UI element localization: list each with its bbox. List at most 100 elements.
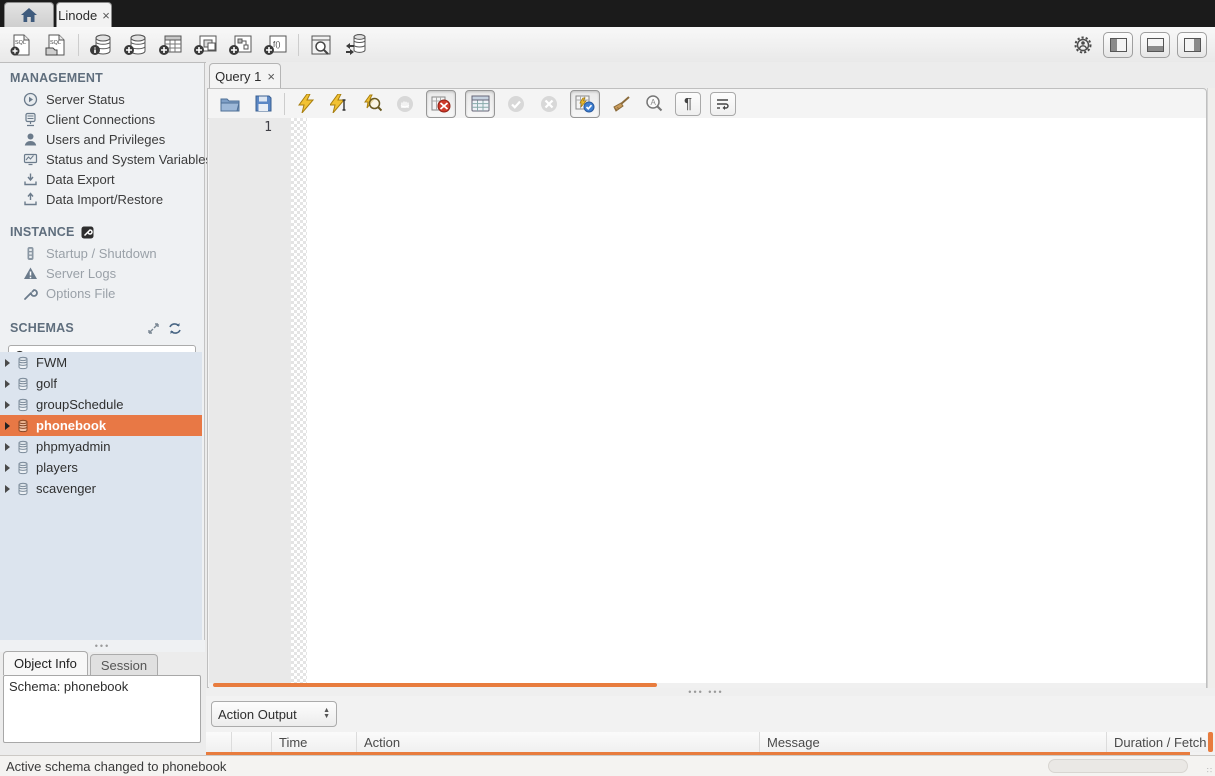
output-vertical-scrollbar-thumb[interactable] (1208, 732, 1213, 752)
schema-icon (16, 419, 30, 433)
home-tab[interactable] (4, 2, 54, 27)
pilcrow-glyph: ¶ (684, 96, 692, 111)
open-script-icon[interactable] (218, 92, 242, 116)
schema-name: players (36, 460, 78, 475)
output-col-action[interactable]: Action (357, 732, 760, 752)
show-invisibles-icon[interactable]: ¶ (675, 92, 701, 116)
find-icon[interactable]: A (642, 92, 666, 116)
query-tab-close-icon[interactable]: × (267, 70, 275, 83)
connection-tab-label: Linode (58, 8, 97, 23)
window-resize-grip-icon[interactable]: ∷ (1207, 766, 1213, 775)
expander-icon[interactable] (5, 464, 10, 472)
sidebar-item-server-status[interactable]: Server Status (0, 89, 204, 109)
editor-output-splitter[interactable]: ••• ••• (206, 688, 1215, 696)
search-table-data-icon[interactable] (308, 32, 334, 58)
reconnect-dbms-icon[interactable] (343, 32, 369, 58)
output-col-message[interactable]: Message (760, 732, 1107, 752)
preferences-gear-icon[interactable] (1070, 32, 1096, 58)
expander-icon[interactable] (5, 443, 10, 451)
sidebar-item-users-privileges[interactable]: Users and Privileges (0, 129, 204, 149)
refresh-schemas-icon[interactable] (168, 322, 182, 335)
save-script-icon[interactable] (251, 92, 275, 116)
stop-on-error-toggle-icon[interactable] (426, 90, 456, 118)
clear-broom-icon[interactable] (609, 92, 633, 116)
commit-icon (504, 92, 528, 116)
window-tab-bar: Linode × (0, 0, 1215, 27)
output-view-select[interactable]: Action Output ▲▼ (211, 701, 337, 727)
expander-icon[interactable] (5, 422, 10, 430)
create-view-icon[interactable] (193, 32, 219, 58)
wrap-text-icon[interactable] (710, 92, 736, 116)
sidebar-item-data-import[interactable]: Data Import/Restore (0, 189, 204, 209)
toggle-left-panel-icon[interactable] (1103, 32, 1133, 58)
output-col-index[interactable] (232, 732, 272, 752)
output-view-select-value: Action Output (218, 707, 297, 722)
tab-query-1[interactable]: Query 1 × (209, 63, 281, 88)
output-col-duration[interactable]: Duration / Fetch (1107, 732, 1207, 752)
object-info-tabbar: Object Info Session (3, 651, 158, 675)
toggle-bottom-panel-icon[interactable] (1140, 32, 1170, 58)
schema-row-phonebook-selected[interactable]: phonebook (0, 415, 202, 436)
schema-name: phpmyadmin (36, 439, 110, 454)
sidebar-item-options-file[interactable]: Options File (0, 283, 204, 303)
sidebar-item-status-system-variables[interactable]: Status and System Variables (0, 149, 204, 169)
schema-row-players[interactable]: players (0, 457, 202, 478)
output-col-time[interactable]: Time (272, 732, 357, 752)
schema-icon (16, 482, 30, 496)
autocommit-toggle-icon[interactable] (570, 90, 600, 118)
users-icon (23, 132, 38, 147)
schema-row-groupschedule[interactable]: groupSchedule (0, 394, 202, 415)
schema-icon (16, 398, 30, 412)
schema-row-golf[interactable]: golf (0, 373, 202, 394)
sidebar-item-label: Startup / Shutdown (46, 246, 157, 261)
toggle-right-panel-glyph (1184, 38, 1201, 52)
create-schema-icon[interactable] (123, 32, 149, 58)
execute-current-icon[interactable] (327, 92, 351, 116)
toolbar-separator (284, 93, 285, 115)
create-table-icon[interactable] (158, 32, 184, 58)
query-tab-label: Query 1 (215, 69, 261, 84)
select-spinner-icon: ▲▼ (323, 708, 330, 720)
editor-vertical-scrollbar[interactable] (1207, 88, 1215, 688)
server-status-icon (23, 92, 38, 107)
expander-icon[interactable] (5, 401, 10, 409)
connection-tab[interactable]: Linode × (56, 2, 112, 27)
schema-inspector-icon[interactable] (88, 32, 114, 58)
output-col-status[interactable] (206, 732, 232, 752)
sidebar-item-server-logs[interactable]: Server Logs (0, 263, 204, 283)
sidebar-item-data-export[interactable]: Data Export (0, 169, 204, 189)
tab-label: Object Info (14, 656, 77, 671)
toggle-bottom-panel-glyph (1147, 38, 1164, 52)
svg-text:A: A (650, 98, 656, 107)
action-output-panel: Action Output ▲▼ Time Action Message Dur… (206, 696, 1215, 755)
limit-rows-toggle-icon[interactable] (465, 90, 495, 118)
tab-label: Session (101, 658, 147, 673)
schema-row-phpmyadmin[interactable]: phpmyadmin (0, 436, 202, 457)
sql-editor-area[interactable]: 1 (209, 118, 1206, 683)
schema-row-scavenger[interactable]: scavenger (0, 478, 202, 499)
schema-row-fwm[interactable]: FWM (0, 352, 202, 373)
toolbar-separator (298, 34, 299, 56)
sidebar-item-client-connections[interactable]: Client Connections (0, 109, 204, 129)
sidebar-item-startup-shutdown[interactable]: Startup / Shutdown (0, 243, 204, 263)
explain-icon[interactable] (360, 92, 384, 116)
execute-icon[interactable] (294, 92, 318, 116)
expander-icon[interactable] (5, 380, 10, 388)
new-sql-tab-icon[interactable]: SQL (8, 32, 34, 58)
create-function-icon[interactable]: f() (263, 32, 289, 58)
sql-editor-panel: A ¶ 1 (207, 88, 1207, 688)
schema-name: scavenger (36, 481, 96, 496)
toggle-right-panel-icon[interactable] (1177, 32, 1207, 58)
line-number-gutter: 1 (209, 118, 291, 683)
status-message: Active schema changed to phonebook (6, 759, 226, 774)
create-procedure-icon[interactable] (228, 32, 254, 58)
tab-session[interactable]: Session (90, 654, 158, 675)
svg-text:SQL: SQL (50, 40, 61, 46)
expander-icon[interactable] (5, 485, 10, 493)
open-sql-script-icon[interactable]: SQL (43, 32, 69, 58)
expander-icon[interactable] (5, 359, 10, 367)
editor-horizontal-scrollbar-thumb[interactable] (213, 683, 657, 687)
connection-tab-close-icon[interactable]: × (102, 9, 110, 22)
expand-schemas-icon[interactable] (147, 322, 160, 335)
tab-object-info[interactable]: Object Info (3, 651, 88, 675)
